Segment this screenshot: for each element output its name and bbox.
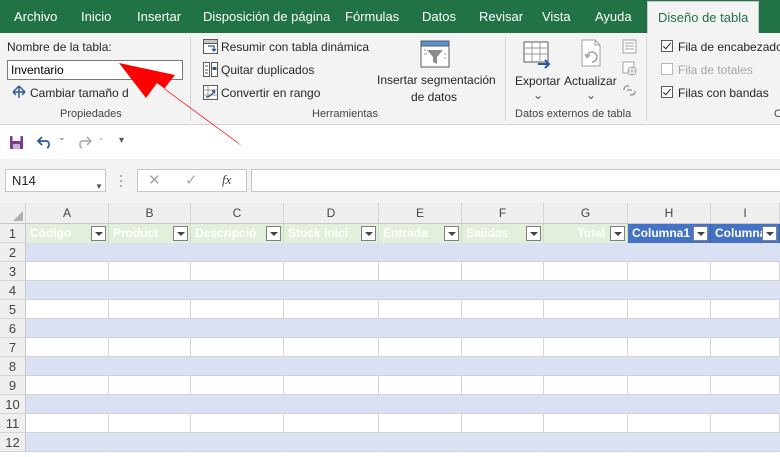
tab-disposición-de-página[interactable]: Disposición de página: [203, 0, 330, 33]
tab-fórmulas[interactable]: Fórmulas: [345, 0, 399, 33]
tab-insertar[interactable]: Insertar: [137, 0, 181, 33]
annotation-arrow-icon: [119, 63, 243, 147]
tab-revisar[interactable]: Revisar: [479, 0, 523, 33]
tab-ayuda[interactable]: Ayuda: [595, 0, 632, 33]
tab-inicio[interactable]: Inicio: [81, 0, 111, 33]
tab-vista[interactable]: Vista: [542, 0, 571, 33]
tab-datos[interactable]: Datos: [422, 0, 456, 33]
tab-archivo[interactable]: Archivo: [14, 0, 57, 33]
